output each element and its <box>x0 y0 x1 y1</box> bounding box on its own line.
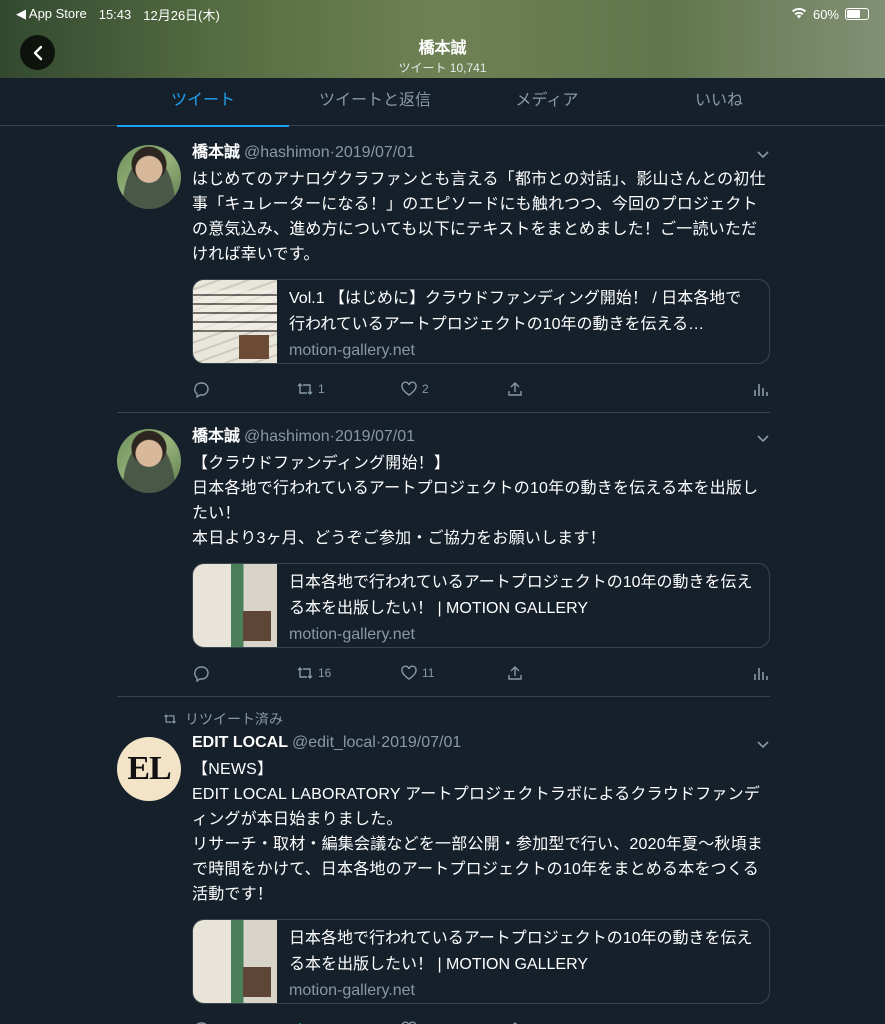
retweet-icon <box>297 383 313 395</box>
chevron-down-icon[interactable] <box>756 147 770 161</box>
tweet-date[interactable]: ·2019/07/01 <box>330 427 415 447</box>
avatar[interactable] <box>117 429 181 493</box>
link-card[interactable]: 日本各地で行われているアートプロジェクトの10年の動きを伝える本を出版したい！ … <box>192 919 770 1004</box>
retweeted-label: リツイート済み <box>163 709 283 729</box>
heart-icon <box>401 1021 417 1024</box>
reply-icon <box>196 1022 207 1024</box>
link-card[interactable]: Vol.1 【はじめに】クラウドファンディング開始！ / 日本各地で行われている… <box>192 279 770 364</box>
tweet[interactable]: 橋本誠 @hashimon ·2019/07/01 はじめてのアナログクラファン… <box>117 127 770 413</box>
tweet-actions: 3 3 <box>192 1008 770 1024</box>
chevron-down-icon[interactable] <box>756 737 770 751</box>
retweet-count: 1 <box>318 382 325 396</box>
retweet-icon <box>298 1022 302 1024</box>
tweet[interactable]: 橋本誠 @hashimon ·2019/07/01 【クラウドファンディング開始… <box>117 413 770 697</box>
like-count: 2 <box>422 382 429 396</box>
link-card-title: 日本各地で行われているアートプロジェクトの10年の動きを伝える本を出版したい！ … <box>289 930 753 973</box>
link-card[interactable]: 日本各地で行われているアートプロジェクトの10年の動きを伝える本を出版したい！ … <box>192 563 770 648</box>
status-date: 12月26日(木) <box>143 7 220 23</box>
chevron-down-icon[interactable] <box>756 431 770 445</box>
tab-tweets[interactable]: ツイート <box>117 78 289 127</box>
profile-title: 橋本誠 ツイート 10,741 <box>0 34 885 76</box>
heart-icon <box>401 665 417 680</box>
like-count: 11 <box>422 666 435 680</box>
link-card-thumbnail <box>193 280 277 363</box>
tweet-handle[interactable]: @edit_local <box>292 733 376 753</box>
battery-icon <box>845 8 869 20</box>
link-card-domain: motion-gallery.net <box>289 982 415 999</box>
retweet-button[interactable]: 3 <box>296 1020 325 1024</box>
share-icon <box>513 1022 517 1024</box>
heart-icon <box>401 381 417 396</box>
tweet-handle[interactable]: @hashimon <box>244 427 330 447</box>
share-button[interactable] <box>506 1020 524 1024</box>
analytics-icon <box>754 384 768 396</box>
tweet-text: 【クラウドファンディング開始！】 日本各地で行われているアートプロジェクトの10… <box>192 455 759 547</box>
back-to-app-link[interactable]: ◀ App Store <box>16 6 87 22</box>
tweet-date[interactable]: ·2019/07/01 <box>330 143 415 163</box>
reply-button[interactable] <box>192 380 210 398</box>
link-card-title: 日本各地で行われているアートプロジェクトの10年の動きを伝える本を出版したい！ … <box>289 574 753 617</box>
status-time: 15:43 <box>98 6 132 22</box>
avatar[interactable]: EL <box>117 737 181 801</box>
retweet-count: 16 <box>318 666 332 680</box>
tweet-feed: 橋本誠 @hashimon ·2019/07/01 はじめてのアナログクラファン… <box>117 127 770 1024</box>
tweet-actions: 1 2 <box>192 368 770 412</box>
tweet-actions: 16 11 <box>192 652 770 696</box>
analytics-icon <box>754 668 768 680</box>
retweet-icon <box>164 714 176 724</box>
profile-header: ◀ App Store 15:43 12月26日(木) 60% 橋本誠 ツイート… <box>0 0 885 78</box>
reply-icon <box>194 666 209 682</box>
reply-icon <box>194 382 209 398</box>
share-button[interactable] <box>506 380 524 398</box>
like-button[interactable]: 2 <box>400 380 429 398</box>
tab-media[interactable]: メディア <box>461 78 633 125</box>
tweet-text: 【NEWS】 EDIT LOCAL LABORATORY アートプロジェクトラボ… <box>192 761 763 903</box>
tweet-handle[interactable]: @hashimon <box>244 143 330 163</box>
share-icon <box>508 382 522 396</box>
profile-name: 橋本誠 <box>418 40 467 57</box>
tweet-count: ツイート 10,741 <box>398 61 487 75</box>
reply-button[interactable] <box>192 1020 210 1024</box>
avatar[interactable] <box>117 145 181 209</box>
tweet-author-name[interactable]: 橋本誠 <box>192 427 240 447</box>
battery-percent: 60% <box>812 6 839 22</box>
link-card-thumbnail <box>193 920 277 1003</box>
tweet-date[interactable]: ·2019/07/01 <box>376 733 461 753</box>
reply-button[interactable] <box>192 664 210 682</box>
link-card-domain: motion-gallery.net <box>289 626 415 643</box>
like-button[interactable]: 11 <box>400 664 434 682</box>
tab-likes[interactable]: いいね <box>633 78 805 125</box>
profile-tabs: ツイート ツイートと返信 メディア いいね <box>0 78 885 127</box>
link-card-title: Vol.1 【はじめに】クラウドファンディング開始！ / 日本各地で行われている… <box>289 290 742 333</box>
tweet-author-name[interactable]: 橋本誠 <box>192 143 240 163</box>
tab-tweets-and-replies[interactable]: ツイートと返信 <box>289 78 461 125</box>
tweet-author-name[interactable]: EDIT LOCAL <box>192 733 288 753</box>
wifi-icon <box>791 7 807 22</box>
retweet-button[interactable]: 1 <box>296 380 325 398</box>
like-button[interactable]: 3 <box>400 1020 429 1024</box>
retweet-icon <box>297 667 313 679</box>
share-button[interactable] <box>506 664 524 682</box>
tweet-text: はじめてのアナログクラファンとも言える「都市との対話」、影山さんとの初仕事「キュ… <box>192 171 766 263</box>
share-icon <box>508 666 522 680</box>
retweeted-text: リツイート済み <box>185 711 283 727</box>
analytics-button[interactable] <box>752 664 770 682</box>
link-card-domain: motion-gallery.net <box>289 342 415 359</box>
link-card-thumbnail <box>193 564 277 647</box>
status-bar: ◀ App Store 15:43 12月26日(木) 60% <box>16 6 869 23</box>
retweet-button[interactable]: 16 <box>296 664 331 682</box>
tweet[interactable]: リツイート済み EL EDIT LOCAL @edit_local ·2019/… <box>117 697 770 1024</box>
analytics-button[interactable] <box>752 380 770 398</box>
